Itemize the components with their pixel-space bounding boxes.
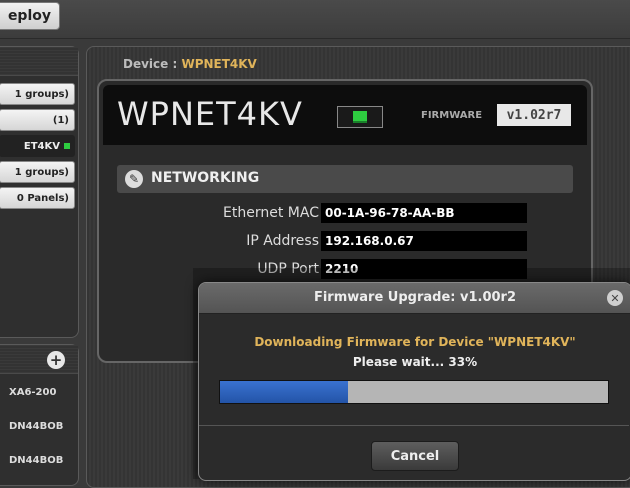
panels-item[interactable]: 0 Panels) [0, 187, 75, 209]
progress-status: Please wait... 33% [352, 355, 478, 369]
ip-address-label: IP Address [246, 233, 319, 249]
cancel-button[interactable]: Cancel [371, 441, 459, 471]
close-icon[interactable]: ✕ [607, 290, 623, 306]
dialog-title: Firmware Upgrade: v1.00r2 [313, 290, 517, 305]
add-icon[interactable]: + [47, 351, 65, 369]
deploy-button[interactable]: eploy [0, 2, 60, 30]
dialog-titlebar: Firmware Upgrade: v1.00r2 ✕ [199, 283, 630, 314]
top-toolbar: eploy [0, 0, 630, 39]
firmware-upgrade-dialog: Firmware Upgrade: v1.00r2 ✕ Downloading … [198, 282, 630, 481]
groups-panel-header [0, 47, 78, 76]
device-item-selected[interactable]: ET4KV [0, 135, 75, 157]
online-status-icon [64, 143, 70, 149]
device-header: WPNET4KV FIRMWARE v1.02r7 [103, 85, 587, 145]
ethernet-mac-label: Ethernet MAC [223, 205, 319, 221]
group-item[interactable]: (1) [0, 109, 75, 131]
models-panel: + XA6-200 DN44BOB DN44BOB [0, 344, 79, 486]
model-item[interactable]: DN44BOB [9, 455, 63, 466]
dialog-divider [199, 425, 629, 426]
model-item[interactable]: XA6-200 [9, 387, 56, 398]
device-name-heading: WPNET4KV [117, 95, 303, 133]
firmware-label: FIRMWARE [421, 110, 483, 121]
groups-panel: 1 groups) (1) ET4KV 1 groups) 0 Panels) [0, 46, 79, 338]
download-message: Downloading Firmware for Device "WPNET4K… [254, 335, 576, 349]
group-item[interactable]: 1 groups) [0, 83, 75, 105]
firmware-version: v1.02r7 [497, 104, 571, 126]
ip-address-value: 192.168.0.67 [321, 231, 527, 251]
ethernet-mac-value: 00-1A-96-78-AA-BB [321, 203, 527, 223]
progress-fill [220, 381, 349, 403]
model-item[interactable]: DN44BOB [9, 421, 63, 432]
progress-bar [219, 380, 609, 404]
network-status-icon [337, 106, 383, 128]
group-item[interactable]: 1 groups) [0, 161, 75, 183]
wrench-icon: ✎ [125, 170, 143, 188]
models-panel-header: + [0, 345, 78, 374]
device-panel-title: Device : WPNET4KV [123, 57, 257, 71]
networking-section-header[interactable]: ✎ NETWORKING [117, 165, 573, 193]
